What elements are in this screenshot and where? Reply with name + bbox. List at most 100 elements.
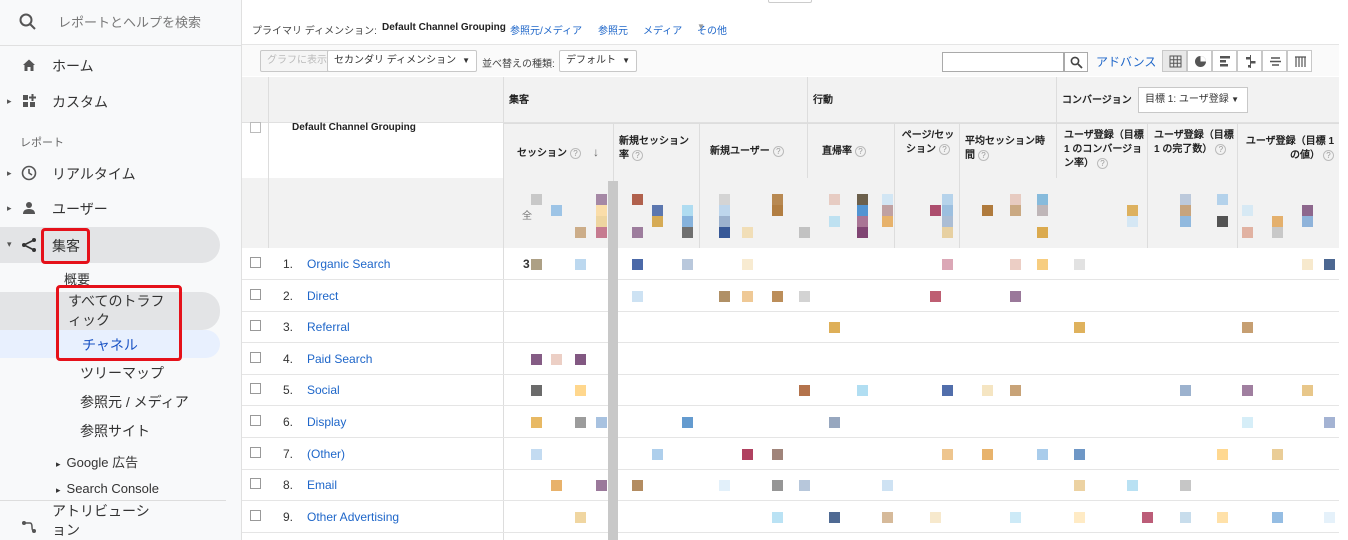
redacted-cell bbox=[942, 448, 953, 460]
col-avg-session-duration[interactable]: 平均セッション時間? bbox=[965, 135, 1053, 163]
dimension-column-header[interactable]: Default Channel Grouping bbox=[292, 121, 416, 135]
row-checkbox[interactable] bbox=[250, 383, 261, 395]
goal-select[interactable]: 目標 1: ユーザ登録 ▼ bbox=[1138, 87, 1248, 113]
view-performance-button[interactable] bbox=[1212, 50, 1237, 72]
bar-chart-icon bbox=[1220, 56, 1230, 67]
dropdown-arrow-icon: ▼ bbox=[697, 22, 705, 31]
row-checkbox[interactable] bbox=[250, 509, 261, 521]
col-goal-value[interactable]: ユーザ登録（目標 1 の値）? bbox=[1244, 135, 1334, 163]
redacted-cell bbox=[1074, 448, 1085, 460]
nav-google-ads[interactable]: ▸ Google 広告 bbox=[56, 452, 138, 471]
help-icon[interactable]: ? bbox=[570, 147, 581, 159]
redacted-cell bbox=[682, 205, 693, 216]
redacted-cell bbox=[632, 290, 643, 302]
grid-icon bbox=[1169, 55, 1182, 68]
help-icon[interactable]: ? bbox=[1215, 143, 1227, 155]
advanced-filter-link[interactable]: アドバンス bbox=[1096, 53, 1156, 70]
scroll-shadow bbox=[608, 181, 618, 540]
row-channel-link[interactable]: Other Advertising bbox=[307, 510, 399, 524]
redacted-cell bbox=[1217, 194, 1228, 205]
redacted-cell bbox=[1180, 385, 1191, 397]
row-channel-link[interactable]: Direct bbox=[307, 289, 338, 303]
help-icon[interactable]: ? bbox=[772, 145, 784, 157]
col-new-session-rate[interactable]: 新規セッション率? bbox=[619, 135, 695, 163]
redacted-cell bbox=[531, 353, 542, 365]
nav-acquisition[interactable]: ▾ 集客 bbox=[0, 229, 242, 261]
plot-rows-button[interactable]: グラフに表示 bbox=[260, 50, 334, 72]
nav-attribution[interactable]: アトリビューション bbox=[0, 502, 242, 540]
col-sessions[interactable]: セッション? ↓ bbox=[517, 145, 599, 161]
redacted-cell bbox=[719, 216, 730, 227]
nav-users[interactable]: ▸ ユーザー bbox=[0, 192, 242, 224]
view-term-cloud-button[interactable] bbox=[1262, 50, 1287, 72]
dimension-link-medium[interactable]: メディア bbox=[643, 22, 682, 37]
row-channel-link[interactable]: Social bbox=[307, 383, 340, 397]
nav-home[interactable]: ホーム bbox=[0, 49, 242, 81]
row-1-sessions-partial: 3 bbox=[523, 257, 530, 271]
person-icon bbox=[23, 202, 35, 214]
col-bounce-rate[interactable]: 直帰率? bbox=[822, 145, 866, 159]
help-icon[interactable]: ? bbox=[632, 149, 643, 161]
dimension-link-source[interactable]: 参照元 bbox=[598, 22, 628, 37]
nav-source-medium[interactable]: 参照元 / メディア bbox=[80, 392, 189, 412]
col-goal-completions[interactable]: ユーザ登録（目標 1 の完了数）? bbox=[1154, 129, 1234, 157]
redacted-cell bbox=[682, 417, 693, 428]
row-checkbox[interactable] bbox=[250, 351, 261, 363]
select-all-checkbox[interactable] bbox=[250, 122, 261, 133]
row-checkbox[interactable] bbox=[250, 415, 261, 426]
sidebar: レポートとヘルプを検索 ホーム ▸ カスタム レポート ▸ リアルタイム ▸ ユ… bbox=[0, 0, 242, 540]
col-goal-conversion-rate[interactable]: ユーザ登録（目標 1 のコンバージョン率）? bbox=[1064, 129, 1144, 171]
primary-dimension-label: プライマリ ディメンション: bbox=[252, 26, 377, 37]
view-table-button[interactable] bbox=[1162, 50, 1187, 72]
dimension-link-source-medium[interactable]: 参照元/メディア bbox=[510, 22, 582, 37]
redacted-cell bbox=[1217, 511, 1228, 523]
report-search[interactable]: レポートとヘルプを検索 bbox=[0, 0, 242, 46]
view-pivot-button[interactable] bbox=[1287, 50, 1312, 72]
row-checkbox[interactable] bbox=[250, 257, 261, 268]
redacted-cell bbox=[742, 290, 753, 302]
table-search-button[interactable] bbox=[1064, 52, 1088, 72]
row-checkbox[interactable] bbox=[250, 288, 261, 300]
col-pages-per-session[interactable]: ページ/セッション? bbox=[901, 129, 955, 157]
redacted-cell bbox=[857, 194, 868, 205]
view-pie-button[interactable] bbox=[1187, 50, 1212, 72]
redacted-cell bbox=[742, 227, 753, 238]
redacted-cell bbox=[772, 448, 783, 460]
table-search-input[interactable] bbox=[942, 52, 1064, 72]
row-channel-link[interactable]: (Other) bbox=[307, 447, 345, 461]
divider bbox=[699, 123, 700, 248]
redacted-cell bbox=[857, 216, 868, 227]
divider bbox=[959, 123, 960, 248]
nav-treemap[interactable]: ツリーマップ bbox=[80, 363, 164, 383]
help-icon[interactable]: ? bbox=[939, 143, 950, 155]
row-channel-link[interactable]: Display bbox=[307, 415, 346, 429]
row-checkbox[interactable] bbox=[250, 320, 261, 332]
top-button[interactable] bbox=[768, 0, 812, 3]
table-row: 3. Referral bbox=[242, 311, 1339, 344]
row-channel-link[interactable]: Referral bbox=[307, 320, 350, 334]
row-channel-link[interactable]: Organic Search bbox=[307, 257, 390, 271]
row-channel-link[interactable]: Paid Search bbox=[307, 352, 372, 366]
col-new-users[interactable]: 新規ユーザー? bbox=[710, 145, 784, 159]
help-icon[interactable]: ? bbox=[978, 149, 989, 161]
secondary-dimension-select[interactable]: セカンダリ ディメンション ▼ bbox=[327, 50, 477, 72]
row-checkbox[interactable] bbox=[250, 478, 261, 490]
help-icon[interactable]: ? bbox=[1323, 149, 1334, 161]
view-comparison-button[interactable] bbox=[1237, 50, 1262, 72]
redacted-cell bbox=[857, 385, 868, 397]
sort-type-select[interactable]: デフォルト ▼ bbox=[559, 50, 637, 72]
row-channel-link[interactable]: Email bbox=[307, 478, 337, 492]
nav-referrals[interactable]: 参照サイト bbox=[80, 421, 150, 441]
redacted-cell bbox=[1074, 480, 1085, 492]
redacted-cell bbox=[1217, 448, 1228, 460]
help-icon[interactable]: ? bbox=[855, 145, 866, 157]
redacted-cell bbox=[596, 205, 607, 216]
row-checkbox[interactable] bbox=[250, 446, 261, 458]
nav-custom[interactable]: ▸ カスタム bbox=[0, 85, 242, 117]
help-icon[interactable]: ? bbox=[1097, 157, 1108, 169]
nav-realtime[interactable]: ▸ リアルタイム bbox=[0, 157, 242, 189]
redacted-cell bbox=[551, 353, 562, 365]
nav-search-console[interactable]: ▸ Search Console bbox=[56, 481, 159, 496]
redacted-cell bbox=[742, 259, 753, 270]
divider bbox=[894, 123, 895, 248]
